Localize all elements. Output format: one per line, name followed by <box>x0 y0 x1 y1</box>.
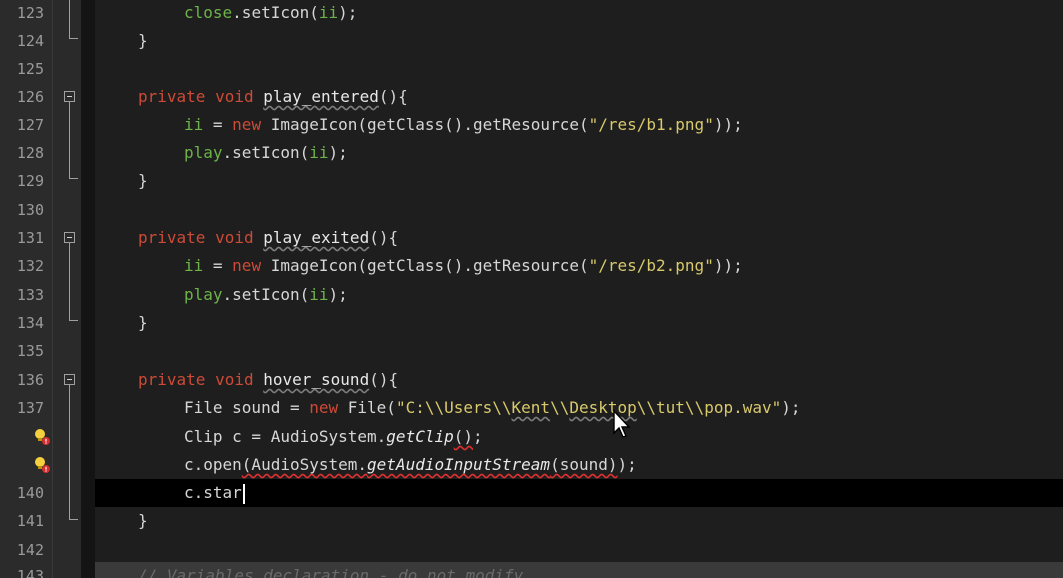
code-line[interactable]: 126 private void play_entered(){ <box>0 83 1063 111</box>
code-text: ii = new ImageIcon(getClass().getResourc… <box>184 115 743 134</box>
code-text: play.setIcon(ii); <box>184 143 348 162</box>
line-number: 127 <box>16 116 44 134</box>
lightbulb-error-icon[interactable] <box>33 428 51 446</box>
fold-collapse-icon[interactable] <box>64 232 75 243</box>
line-number: 125 <box>16 60 44 78</box>
fold-guide <box>69 385 70 519</box>
line-number: 137 <box>16 399 44 417</box>
code-line[interactable]: 133 play.setIcon(ii); <box>0 281 1063 309</box>
code-line[interactable]: 123 close.setIcon(ii); <box>0 0 1063 27</box>
code-line[interactable]: c.open(AudioSystem.getAudioInputStream(s… <box>0 451 1063 479</box>
code-text: } <box>138 313 148 332</box>
mouse-pointer-icon <box>613 409 631 438</box>
code-text: } <box>138 31 148 50</box>
code-text: private void play_entered(){ <box>138 87 408 106</box>
fold-guide-end <box>69 320 78 321</box>
code-line[interactable]: 137 File sound = new File("C:\\Users\\Ke… <box>0 394 1063 422</box>
current-code-line[interactable]: 140 c.star <box>0 479 1063 507</box>
line-number: 140 <box>16 484 44 502</box>
code-text: File sound = new File("C:\\Users\\Kent\\… <box>184 398 801 417</box>
code-line[interactable]: 131 private void play_exited(){ <box>0 224 1063 252</box>
code-text: Clip c = AudioSystem.getClip(); <box>184 427 483 446</box>
code-text: play.setIcon(ii); <box>184 285 348 304</box>
code-line[interactable]: 128 play.setIcon(ii); <box>0 139 1063 167</box>
line-number: 126 <box>16 88 44 106</box>
code-text: } <box>138 171 148 190</box>
line-number: 141 <box>16 512 44 530</box>
code-editor[interactable]: 123 close.setIcon(ii); 124 } 125 126 pri… <box>0 0 1063 578</box>
line-number: 135 <box>16 342 44 360</box>
line-number: 134 <box>16 314 44 332</box>
fold-collapse-icon[interactable] <box>64 374 75 385</box>
code-line[interactable]: 132 ii = new ImageIcon(getClass().getRes… <box>0 252 1063 280</box>
code-comment: // Variables declaration - do not modify <box>138 566 524 578</box>
code-text: close.setIcon(ii); <box>184 3 358 22</box>
fold-collapse-icon[interactable] <box>64 91 75 102</box>
line-number: 130 <box>16 201 44 219</box>
line-number: 131 <box>16 229 44 247</box>
fold-guide <box>69 0 70 38</box>
code-text: } <box>138 511 148 530</box>
code-line[interactable]: 134 } <box>0 309 1063 337</box>
fold-guide-end <box>69 38 78 39</box>
code-text: c.star <box>184 479 245 507</box>
code-text: ii = new ImageIcon(getClass().getResourc… <box>184 256 743 275</box>
fold-guide-end <box>69 519 78 520</box>
fold-guide <box>69 243 70 320</box>
code-text: c.open(AudioSystem.getAudioInputStream(s… <box>184 455 637 474</box>
code-line[interactable]: 135 <box>0 337 1063 365</box>
code-line[interactable]: 143 // Variables declaration - do not mo… <box>0 558 1063 578</box>
line-number: 132 <box>16 257 44 275</box>
line-number: 133 <box>16 286 44 304</box>
line-number: 123 <box>16 4 44 22</box>
lightbulb-error-icon[interactable] <box>33 456 51 474</box>
line-number: 124 <box>16 32 44 50</box>
line-number: 129 <box>16 172 44 190</box>
code-line[interactable]: Clip c = AudioSystem.getClip(); <box>0 423 1063 451</box>
line-number: 136 <box>16 371 44 389</box>
text-cursor <box>242 483 245 504</box>
line-number: 143 <box>16 567 44 578</box>
code-line[interactable]: 127 ii = new ImageIcon(getClass().getRes… <box>0 111 1063 139</box>
fold-guide <box>69 102 70 178</box>
code-line[interactable]: 141 } <box>0 507 1063 535</box>
code-text: private void play_exited(){ <box>138 228 399 247</box>
code-line[interactable]: 129 } <box>0 167 1063 195</box>
line-number: 128 <box>16 144 44 162</box>
code-text: private void hover_sound(){ <box>138 370 399 389</box>
fold-guide-end <box>69 178 78 179</box>
code-line[interactable]: 130 <box>0 196 1063 224</box>
code-line[interactable]: 136 private void hover_sound(){ <box>0 366 1063 394</box>
code-line[interactable]: 124 } <box>0 27 1063 55</box>
code-line[interactable]: 125 <box>0 55 1063 83</box>
